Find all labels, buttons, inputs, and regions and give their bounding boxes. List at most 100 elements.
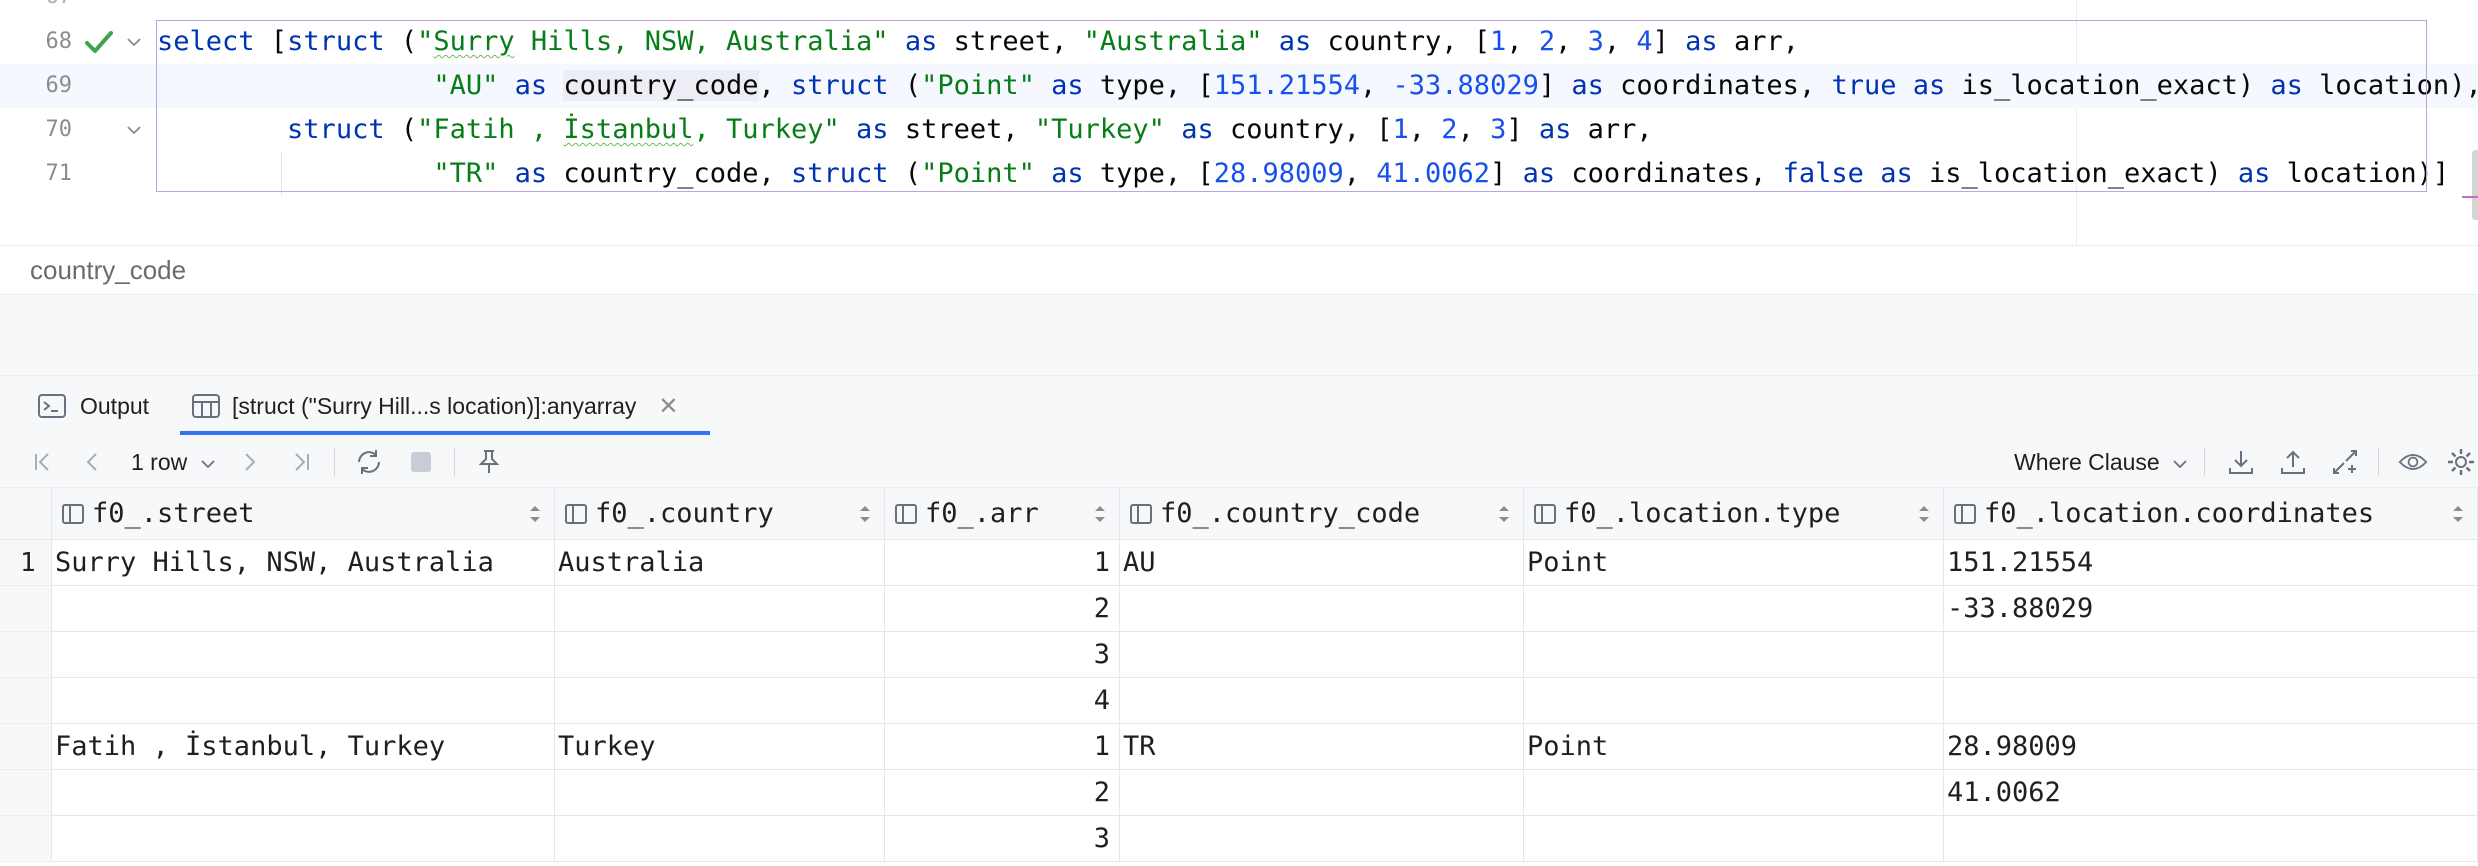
row-number[interactable] — [0, 632, 52, 678]
table-cell[interactable] — [555, 632, 885, 678]
stop-icon[interactable] — [406, 447, 436, 477]
spelling-warning[interactable]: İstanbul — [563, 114, 693, 145]
sort-icon[interactable] — [2451, 503, 2465, 525]
table-cell[interactable]: 2 — [885, 770, 1120, 816]
editor-scrollbar[interactable] — [2472, 150, 2478, 220]
breadcrumb-item[interactable]: country_code — [30, 246, 186, 294]
row-number[interactable] — [0, 770, 52, 816]
grid-corner[interactable] — [0, 488, 52, 540]
row-number[interactable] — [0, 816, 52, 862]
table-cell[interactable] — [1120, 586, 1524, 632]
code-token: 151.21554 — [1213, 70, 1361, 101]
column-header[interactable]: f0_.location.coordinates — [1944, 488, 2478, 540]
next-page-icon[interactable] — [234, 447, 264, 477]
table-cell[interactable]: 28.98009 — [1944, 724, 2478, 770]
fold-chevron-icon[interactable] — [126, 122, 142, 138]
console-icon — [38, 394, 66, 418]
table-cell[interactable]: 4 — [885, 678, 1120, 724]
fold-chevron-icon[interactable] — [126, 34, 142, 50]
check-icon[interactable] — [84, 28, 114, 56]
table-cell[interactable] — [1944, 678, 2478, 724]
code-line-current[interactable]: 69 "AU" as country_code, struct ("Point"… — [0, 64, 2478, 108]
table-cell[interactable] — [1524, 632, 1944, 678]
table-cell[interactable] — [52, 632, 555, 678]
column-header[interactable]: f0_.location.type — [1524, 488, 1944, 540]
table-cell[interactable]: Australia — [555, 540, 885, 586]
table-cell[interactable] — [555, 586, 885, 632]
table-cell[interactable]: AU — [1120, 540, 1524, 586]
upload-icon[interactable] — [2278, 447, 2308, 477]
table-cell[interactable] — [1944, 816, 2478, 862]
code-line[interactable]: 70 struct ("Fatih , İstanbul, Turkey" as… — [0, 108, 2478, 152]
gear-icon[interactable] — [2446, 447, 2476, 477]
previous-page-icon[interactable] — [78, 447, 108, 477]
table-cell[interactable]: 3 — [885, 816, 1120, 862]
sort-icon[interactable] — [1917, 503, 1931, 525]
table-cell[interactable]: Surry Hills, NSW, Australia — [52, 540, 555, 586]
row-number[interactable] — [0, 678, 52, 724]
table-cell[interactable] — [1524, 678, 1944, 724]
table-cell[interactable]: Turkey — [555, 724, 885, 770]
table-cell[interactable]: -33.88029 — [1944, 586, 2478, 632]
code-text: struct ("Fatih , İstanbul, Turkey" as st… — [157, 108, 1653, 152]
column-header[interactable]: f0_.country — [555, 488, 885, 540]
table-cell[interactable]: 41.0062 — [1944, 770, 2478, 816]
table-cell[interactable] — [555, 816, 885, 862]
eye-icon[interactable] — [2398, 447, 2428, 477]
column-header[interactable]: f0_.street — [52, 488, 555, 540]
refresh-icon[interactable] — [354, 447, 384, 477]
tab-query-result[interactable]: [struct ("Surry Hill...s location)]:anya… — [192, 376, 710, 436]
line-number: 70 — [45, 117, 73, 142]
where-clause-select[interactable]: Where Clause — [2014, 436, 2188, 488]
column-header[interactable]: f0_.arr — [885, 488, 1120, 540]
code-token: ( — [888, 158, 922, 189]
column-header[interactable]: f0_.country_code — [1120, 488, 1524, 540]
table-cell[interactable]: Point — [1524, 540, 1944, 586]
table-cell[interactable]: 1 — [885, 540, 1120, 586]
table-cell[interactable]: 3 — [885, 632, 1120, 678]
result-grid[interactable]: f0_.street f0_.country f0_.arr f0_.country_… — [0, 488, 2478, 866]
sql-editor[interactable]: 67 68 select [struct ("Surry Hills, NSW,… — [0, 0, 2478, 245]
row-number[interactable] — [0, 724, 52, 770]
table-icon — [192, 394, 220, 418]
pin-icon[interactable] — [474, 447, 504, 477]
table-cell[interactable] — [1524, 816, 1944, 862]
table-cell[interactable] — [1120, 632, 1524, 678]
table-cell[interactable] — [555, 770, 885, 816]
table-cell[interactable] — [1120, 816, 1524, 862]
code-line[interactable]: 71 "TR" as country_code, struct ("Point"… — [0, 152, 2478, 196]
sort-icon[interactable] — [528, 503, 542, 525]
close-icon[interactable]: ✕ — [658, 392, 678, 421]
code-token: as — [904, 26, 938, 57]
table-cell[interactable] — [1120, 678, 1524, 724]
first-page-icon[interactable] — [28, 447, 58, 477]
sort-icon[interactable] — [1093, 503, 1107, 525]
download-icon[interactable] — [2226, 447, 2256, 477]
page-size-select[interactable]: 1 row — [131, 436, 216, 488]
spelling-warning[interactable]: Surry — [433, 26, 514, 57]
table-cell[interactable]: 2 — [885, 586, 1120, 632]
table-cell[interactable]: Fatih , İstanbul, Turkey — [52, 724, 555, 770]
table-cell[interactable]: Point — [1524, 724, 1944, 770]
table-cell[interactable] — [52, 816, 555, 862]
table-cell[interactable] — [52, 586, 555, 632]
table-cell[interactable] — [52, 770, 555, 816]
table-cell[interactable]: 151.21554 — [1944, 540, 2478, 586]
sort-icon[interactable] — [1497, 503, 1511, 525]
table-cell[interactable] — [555, 678, 885, 724]
code-line[interactable]: 68 select [struct ("Surry Hills, NSW, Au… — [0, 20, 2478, 64]
compare-icon[interactable] — [2330, 447, 2360, 477]
table-cell[interactable]: 1 — [885, 724, 1120, 770]
last-page-icon[interactable] — [286, 447, 316, 477]
table-cell[interactable] — [1524, 770, 1944, 816]
toolbar-separator — [334, 448, 335, 476]
sort-icon[interactable] — [858, 503, 872, 525]
table-cell[interactable] — [1944, 632, 2478, 678]
table-cell[interactable] — [52, 678, 555, 724]
row-number[interactable] — [0, 586, 52, 632]
table-cell[interactable]: TR — [1120, 724, 1524, 770]
table-cell[interactable] — [1120, 770, 1524, 816]
tab-output[interactable]: Output — [38, 376, 149, 436]
row-number[interactable]: 1 — [0, 540, 52, 586]
table-cell[interactable] — [1524, 586, 1944, 632]
